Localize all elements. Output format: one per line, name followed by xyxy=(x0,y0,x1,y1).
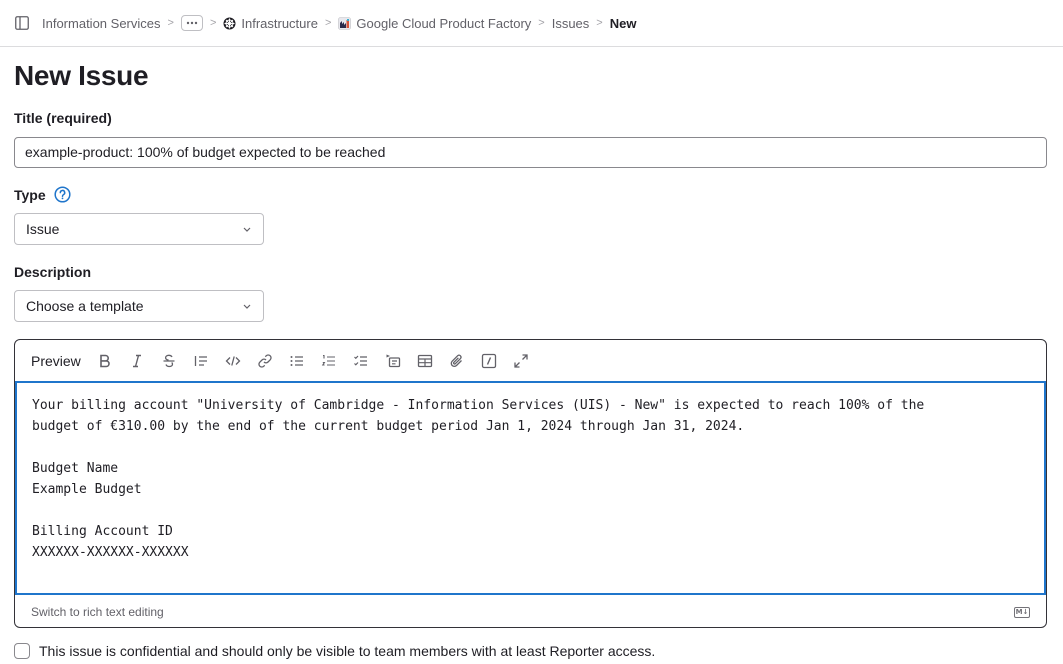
description-label: Description xyxy=(14,264,92,280)
collapsible-section-icon[interactable] xyxy=(377,345,409,377)
title-input[interactable]: example-product: 100% of budget expected… xyxy=(14,137,1047,168)
breadcrumb-label: Issues xyxy=(551,15,590,31)
italic-icon[interactable] xyxy=(121,345,153,377)
breadcrumb-infrastructure[interactable]: Infrastructure xyxy=(223,16,318,31)
breadcrumb-new: New xyxy=(610,16,637,31)
confidential-checkbox[interactable] xyxy=(14,643,30,659)
chevron-down-icon xyxy=(242,301,252,311)
confidential-label[interactable]: This issue is confidential and should on… xyxy=(39,643,655,659)
editor-toolbar: Preview xyxy=(15,340,1046,382)
top-bar: Information Services > > Infrastructure … xyxy=(0,0,1063,47)
title-label: Title (required) xyxy=(14,110,112,126)
numbered-list-icon[interactable] xyxy=(313,345,345,377)
type-select[interactable]: Issue xyxy=(14,213,264,245)
breadcrumb-google-cloud-product-factory[interactable]: Google Cloud Product Factory xyxy=(338,16,531,31)
chevron-right-icon: > xyxy=(538,17,545,29)
sidebar-icon[interactable] xyxy=(14,15,30,31)
fullscreen-icon[interactable] xyxy=(505,345,537,377)
markdown-editor: Preview Your billing account "University… xyxy=(14,339,1047,628)
code-icon[interactable] xyxy=(217,345,249,377)
group-avatar-icon xyxy=(223,17,236,30)
type-label: Type xyxy=(14,187,46,203)
preview-tab[interactable]: Preview xyxy=(31,353,81,369)
quote-icon[interactable] xyxy=(185,345,217,377)
breadcrumb: Information Services > > Infrastructure … xyxy=(42,15,636,31)
chevron-right-icon: > xyxy=(209,17,217,29)
page-title: New Issue xyxy=(14,60,149,91)
breadcrumb-label: Infrastructure xyxy=(241,15,318,31)
chevron-right-icon: > xyxy=(596,17,603,29)
breadcrumb-label: Information Services xyxy=(42,15,161,31)
attach-file-icon[interactable] xyxy=(441,345,473,377)
template-select[interactable]: Choose a template xyxy=(14,290,264,322)
editor-footer: Switch to rich text editing M↓ xyxy=(15,597,1046,627)
ellipsis-icon[interactable] xyxy=(180,15,203,31)
breadcrumb-issues[interactable]: Issues xyxy=(552,16,590,31)
chevron-right-icon: > xyxy=(324,17,332,29)
chevron-right-icon: > xyxy=(167,17,174,29)
type-select-value: Issue xyxy=(26,221,60,237)
chevron-down-icon xyxy=(242,224,252,234)
task-list-icon[interactable] xyxy=(345,345,377,377)
table-icon[interactable] xyxy=(409,345,441,377)
bulleted-list-icon[interactable] xyxy=(281,345,313,377)
breadcrumb-label: New xyxy=(609,15,637,31)
breadcrumb-information-services[interactable]: Information Services xyxy=(42,16,161,31)
link-icon[interactable] xyxy=(249,345,281,377)
confidential-row: This issue is confidential and should on… xyxy=(14,643,655,659)
switch-to-rich-text-button[interactable]: Switch to rich text editing xyxy=(31,605,164,619)
breadcrumb-label: Google Cloud Product Factory xyxy=(356,15,532,31)
project-avatar-icon xyxy=(338,16,352,30)
strikethrough-icon[interactable] xyxy=(153,345,185,377)
bold-icon[interactable] xyxy=(89,345,121,377)
markdown-icon: M↓ xyxy=(1014,606,1030,618)
description-textarea[interactable]: Your billing account "University of Camb… xyxy=(15,381,1046,595)
template-select-value: Choose a template xyxy=(26,298,144,314)
quick-actions-icon[interactable] xyxy=(473,345,505,377)
help-icon[interactable] xyxy=(54,186,71,203)
